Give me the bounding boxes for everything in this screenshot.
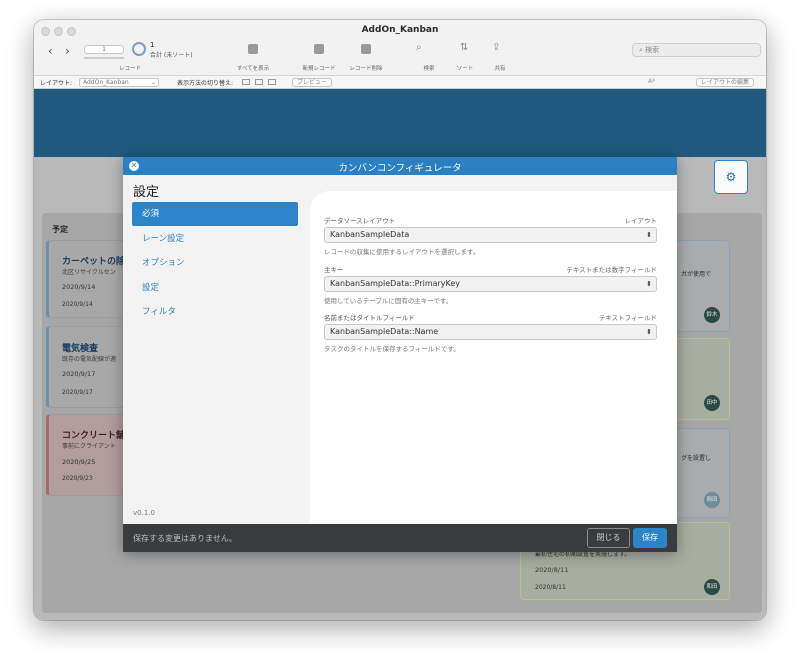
card-due-date: 2020/9/23 (62, 475, 93, 482)
field-type-label: テキストまたは数字フィールド (566, 266, 657, 274)
nav-item-filter[interactable]: フィルタ (132, 300, 298, 324)
card-title: コンクリート舗 (62, 431, 126, 441)
forward-arrow-icon[interactable]: › (65, 44, 70, 58)
datasource-layout-select[interactable]: KanbanSampleData ⬍ (324, 227, 657, 243)
view-switch-label: 表示方法の切り替え: (177, 80, 234, 87)
edit-layout-button[interactable]: レイアウトの編集 (696, 77, 755, 87)
settings-panel: データソースレイアウト レイアウト KanbanSampleData ⬍ レコード… (310, 191, 677, 524)
close-button[interactable]: 閉じる (587, 528, 630, 548)
nav-item-options[interactable]: オプション (132, 251, 298, 275)
avatar: 岡田 (704, 492, 720, 508)
record-pie-icon (132, 42, 146, 56)
settings-gear-button[interactable]: ⚙ (714, 160, 748, 194)
back-arrow-icon[interactable]: ‹ (48, 44, 53, 58)
dialog-header: ✕ カンバンコンフィギュレータ (123, 157, 677, 175)
field-help: タスクのタイトルを保存するフィールドです。 (324, 345, 460, 353)
record-slider[interactable] (84, 57, 124, 59)
card-start-date: 2020/9/14 (62, 283, 96, 291)
show-all-icon[interactable] (248, 44, 258, 54)
card-description: ガが使用で (681, 271, 712, 278)
layout-bar: レイアウト: AddOn_Kanban ⌄ 表示方法の切り替え: プレビュー Aª… (34, 76, 766, 89)
record-label: レコード (118, 66, 141, 72)
toolbar: AddOn_Kanban ‹ › 1 1 合計 (未ソート) レコード すべてを… (34, 20, 766, 76)
record-number-field[interactable]: 1 (84, 45, 124, 54)
card-start-date: 2020/8/11 (535, 566, 569, 574)
field-help: 使用しているテーブルに固有の主キーです。 (324, 297, 453, 305)
primary-key-select[interactable]: KanbanSampleData::PrimaryKey ⬍ (324, 276, 657, 292)
avatar: 鈴木 (704, 307, 720, 323)
layout-select[interactable]: AddOn_Kanban ⌄ (79, 77, 159, 87)
field-label: 名前またはタイトルフィールド (324, 314, 415, 322)
field-help: レコードの収集に使用するレイアウトを選択します。 (324, 248, 480, 256)
select-arrows-icon: ⬍ (646, 231, 652, 239)
search-input[interactable]: ⌕ 検索 (632, 43, 761, 57)
font-size-icon[interactable]: Aª (648, 78, 655, 85)
avatar: 和田 (704, 579, 720, 595)
dialog-footer: 保存する変更はありません。 閉じる 保存 (123, 524, 677, 552)
record-total-label: 合計 (未ソート) (150, 52, 193, 59)
table-view-icon[interactable] (268, 79, 276, 85)
card-description: 事前にクライアント (62, 443, 116, 450)
card-description: 既存の電気配線が適 (62, 356, 117, 363)
avatar: 田中 (704, 395, 720, 411)
kanban-configurator-dialog: ✕ カンバンコンフィギュレータ 設定 必須 レーン設定 オプション 設定 フィル… (123, 157, 677, 552)
field-label: データソースレイアウト (324, 217, 396, 225)
card-title: カーペットの除 (62, 257, 126, 267)
nav-item-lane-settings[interactable]: レーン設定 (132, 227, 298, 251)
form-view-icon[interactable] (242, 79, 250, 85)
dialog-title: カンバンコンフィギュレータ (338, 163, 462, 174)
nav-item-required[interactable]: 必須 (132, 202, 298, 226)
select-arrows-icon: ⬍ (646, 328, 652, 336)
card-due-date: 2020/8/11 (535, 584, 566, 591)
field-type-label: レイアウト (624, 217, 658, 225)
list-view-icon[interactable] (255, 79, 263, 85)
field-type-label: テキストフィールド (598, 314, 657, 322)
find-icon[interactable]: ⌕ (416, 42, 422, 53)
sort-icon[interactable]: ⇅ (460, 42, 468, 53)
select-arrows-icon: ⬍ (646, 280, 652, 288)
card-due-date: 2020/9/17 (62, 389, 93, 396)
lane-title: 予定 (52, 225, 68, 234)
layout-label: レイアウト: (40, 80, 73, 87)
delete-record-icon[interactable] (361, 44, 371, 54)
show-all-label[interactable]: すべてを表示 (223, 64, 283, 72)
share-icon[interactable]: ⇪ (492, 42, 500, 53)
gear-icon: ⚙ (725, 170, 737, 184)
card-title: 電気検査 (62, 344, 99, 354)
version-label: v0.1.0 (133, 509, 155, 517)
window-title: AddOn_Kanban (361, 25, 439, 35)
preview-button[interactable]: プレビュー (292, 77, 333, 87)
card-start-date: 2020/9/25 (62, 458, 96, 466)
share-label[interactable]: 共有 (470, 64, 530, 72)
card-start-date: 2020/9/17 (62, 370, 96, 378)
card-description: 北区リサイクルセン (62, 269, 116, 276)
card-due-date: 2020/9/14 (62, 301, 93, 308)
app-window: AddOn_Kanban ‹ › 1 1 合計 (未ソート) レコード すべてを… (34, 20, 766, 620)
app-header (34, 89, 766, 157)
record-count: 1 (150, 41, 155, 49)
nav-item-settings[interactable]: 設定 (132, 276, 298, 300)
delete-record-label[interactable]: レコード削除 (336, 64, 396, 72)
settings-heading: 設定 (133, 185, 160, 200)
save-button[interactable]: 保存 (633, 528, 667, 548)
save-status-message: 保存する変更はありません。 (133, 534, 237, 543)
new-record-icon[interactable] (314, 44, 324, 54)
field-label: 主キー (324, 266, 344, 274)
card-description: グを設置し (681, 455, 712, 462)
title-field-select[interactable]: KanbanSampleData::Name ⬍ (324, 324, 657, 340)
